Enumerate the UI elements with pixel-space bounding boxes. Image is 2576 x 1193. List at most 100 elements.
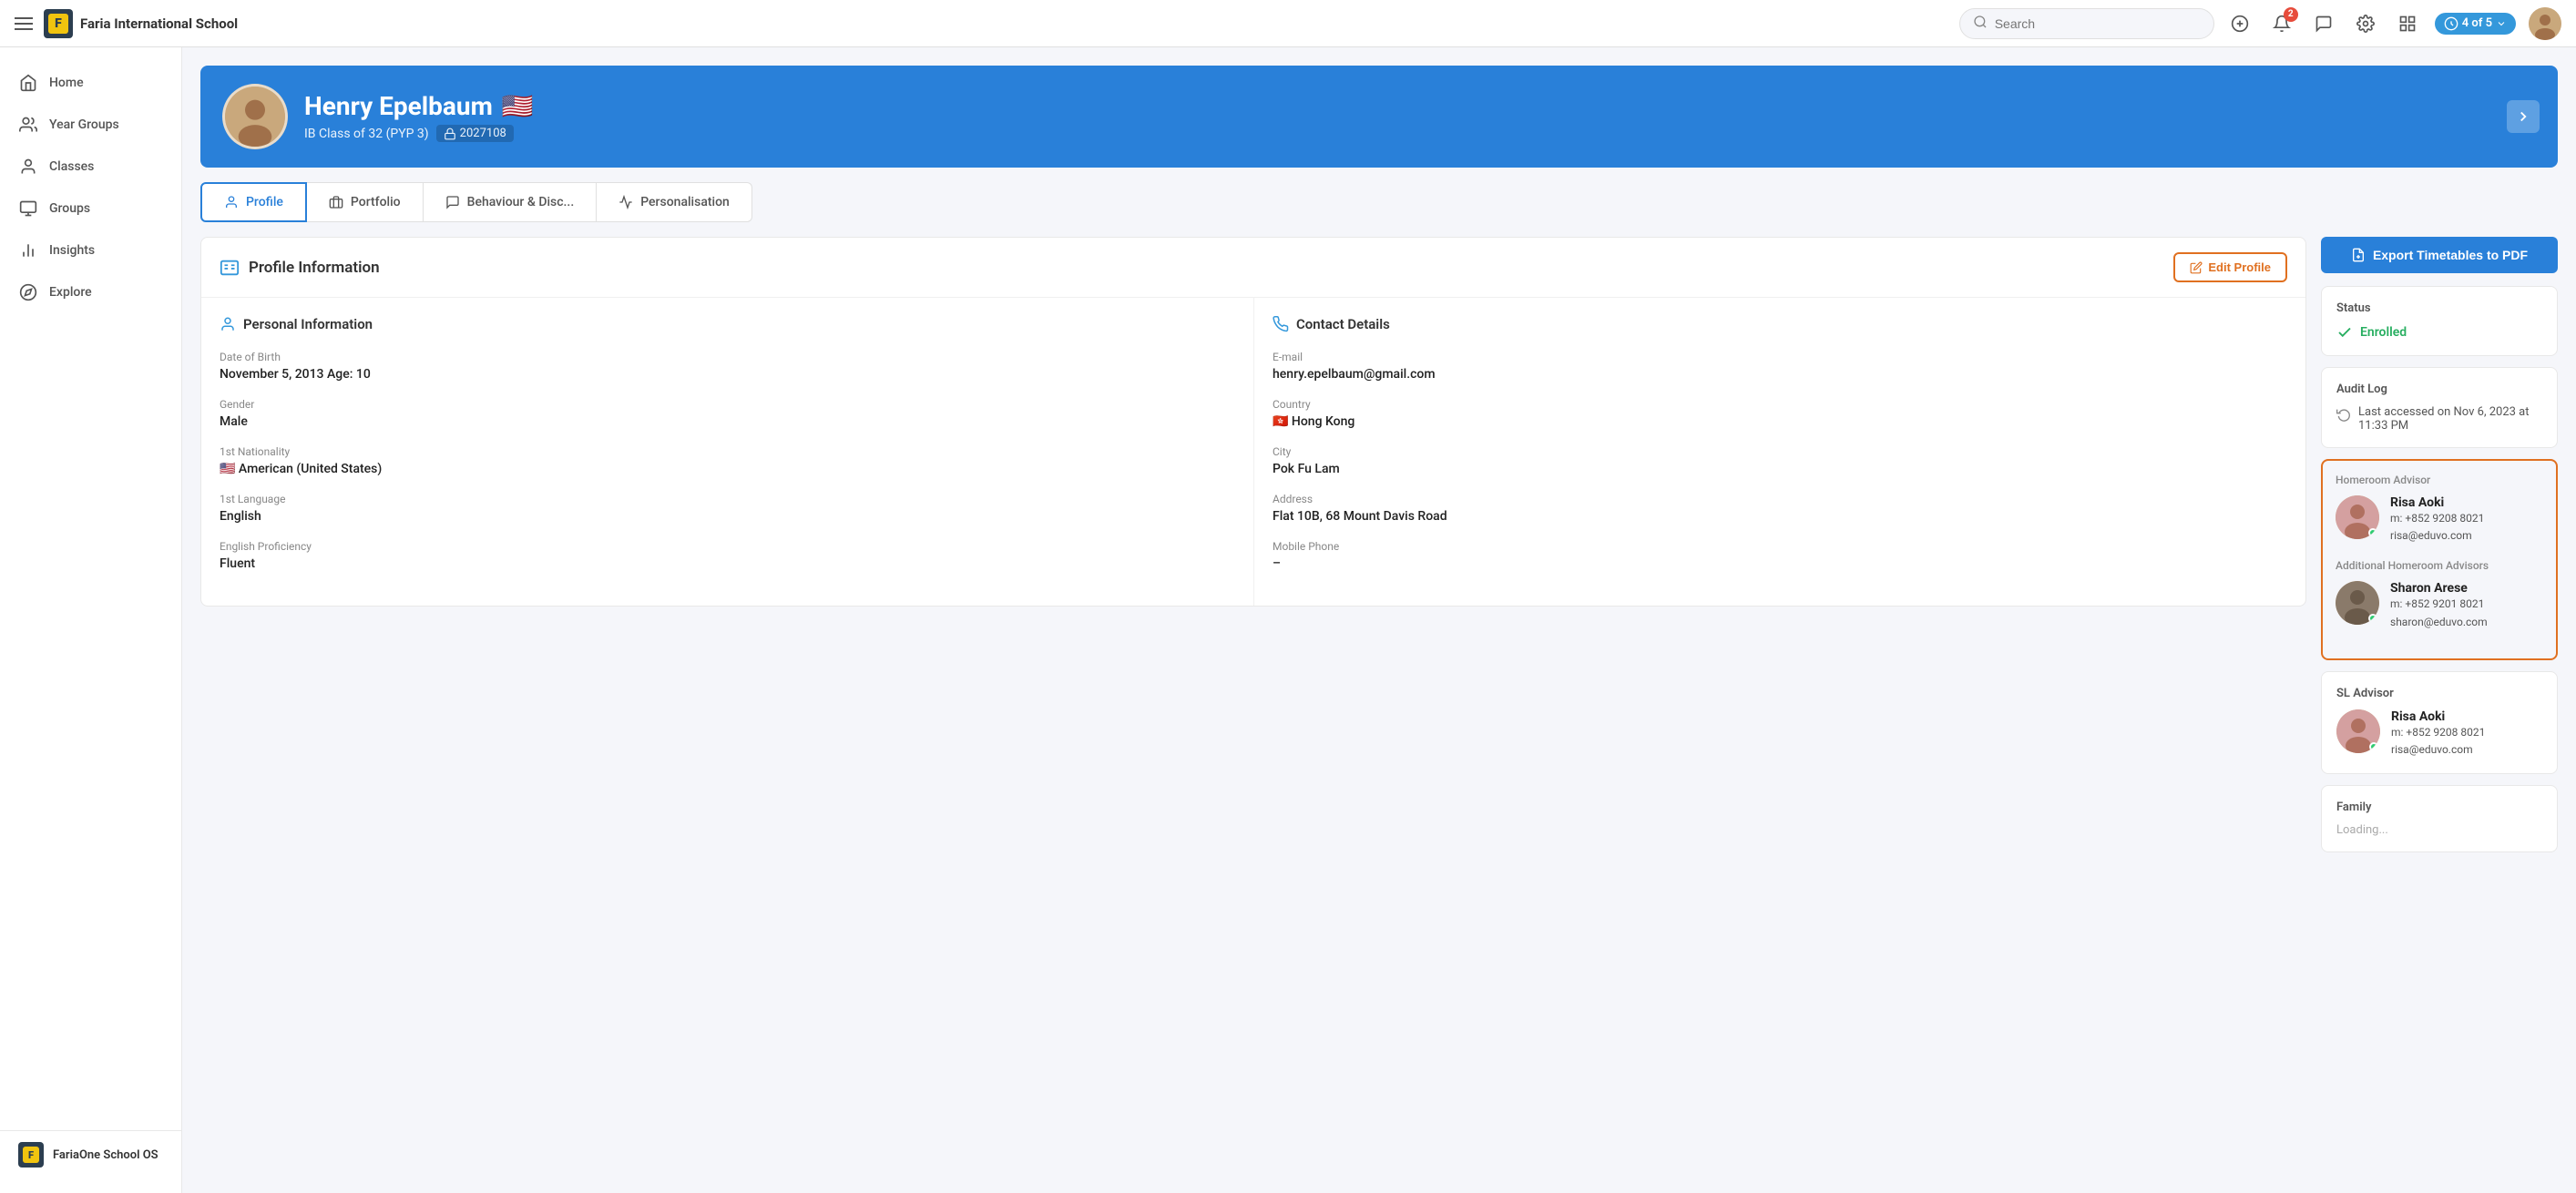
sidebar-item-explore[interactable]: Explore [0, 271, 181, 313]
student-info: Henry Epelbaum 🇺🇸 IB Class of 32 (PYP 3)… [304, 91, 534, 142]
messages-button[interactable] [2309, 9, 2338, 38]
value-nationality: 🇺🇸 American (United States) [220, 462, 1235, 476]
homeroom-advisor-section: Homeroom Advisor R [2336, 474, 2543, 545]
search-icon [1973, 15, 1988, 33]
notification-badge: 2 [2284, 7, 2298, 22]
sidebar-item-groups[interactable]: Groups [0, 188, 181, 229]
status-title: Status [2336, 301, 2542, 315]
sl-online-dot [2369, 742, 2378, 751]
contact-info-title: Contact Details [1273, 316, 2287, 332]
family-card: Family Loading... [2321, 785, 2558, 852]
search-input[interactable] [1995, 16, 2177, 31]
sl-advisor-email: risa@eduvo.com [2391, 741, 2485, 759]
top-navigation: F Faria International School 2 4 of 5 [0, 0, 2576, 47]
tab-personalisation[interactable]: Personalisation [597, 182, 752, 222]
field-proficiency: English Proficiency Fluent [220, 540, 1235, 571]
sidebar-bottom-label: FariaOne School OS [53, 1148, 158, 1162]
explore-icon [18, 282, 38, 302]
field-dob: Date of Birth November 5, 2013 Age: 10 [220, 351, 1235, 382]
year-groups-icon [18, 115, 38, 135]
tab-portfolio[interactable]: Portfolio [307, 182, 424, 222]
app-name: Faria International School [80, 15, 238, 32]
sidebar-item-home[interactable]: Home [0, 62, 181, 104]
additional-advisor-avatar [2336, 581, 2379, 625]
edit-profile-button[interactable]: Edit Profile [2173, 252, 2287, 282]
homeroom-advisor-label: Homeroom Advisor [2336, 474, 2543, 486]
homeroom-online-dot [2368, 528, 2377, 537]
additional-homeroom-section: Additional Homeroom Advisors [2336, 559, 2543, 630]
sidebar-label-groups: Groups [49, 201, 90, 216]
sidebar-label-home: Home [49, 76, 84, 90]
status-value: Enrolled [2336, 324, 2542, 341]
label-country: Country [1273, 398, 2287, 411]
audit-log-text: Last accessed on Nov 6, 2023 at 11:33 PM [2358, 405, 2542, 433]
settings-button[interactable] [2351, 9, 2380, 38]
profile-info-card: Profile Information Edit Profile Per [200, 237, 2306, 607]
additional-online-dot [2368, 614, 2377, 623]
contact-info-section: Contact Details E-mail henry.epelbaum@gm… [1253, 298, 2305, 606]
label-email: E-mail [1273, 351, 2287, 363]
additional-advisor-name: Sharon Arese [2390, 581, 2488, 596]
topnav-icons: 2 4 of 5 [2225, 7, 2561, 40]
audit-log-title: Audit Log [2336, 382, 2542, 396]
card-title: Profile Information [220, 258, 380, 278]
tab-portfolio-label: Portfolio [351, 195, 401, 209]
additional-advisor-info: Sharon Arese m: +852 9201 8021 sharon@ed… [2390, 581, 2488, 630]
hamburger-menu[interactable] [15, 17, 33, 30]
app-logo[interactable]: F Faria International School [44, 9, 238, 38]
user-avatar[interactable] [2529, 7, 2561, 40]
license-badge[interactable]: 4 of 5 [2435, 13, 2516, 35]
sidebar-label-year-groups: Year Groups [49, 117, 119, 132]
export-timetables-button[interactable]: Export Timetables to PDF [2321, 237, 2558, 273]
additional-advisor-phone: m: +852 9201 8021 [2390, 596, 2488, 613]
sl-advisor-details: Risa Aoki m: +852 9208 8021 risa@eduvo.c… [2391, 709, 2485, 759]
homeroom-advisor-phone: m: +852 9208 8021 [2390, 510, 2484, 527]
tab-profile[interactable]: Profile [200, 182, 307, 222]
student-id-badge: 2027108 [436, 125, 514, 142]
tab-behaviour[interactable]: Behaviour & Disc... [424, 182, 598, 222]
student-sub-info: IB Class of 32 (PYP 3) 2027108 [304, 125, 534, 142]
groups-icon [18, 199, 38, 219]
personal-info-title: Personal Information [220, 316, 1235, 332]
search-bar[interactable] [1959, 8, 2214, 39]
license-label: 4 of 5 [2462, 16, 2492, 30]
sidebar-item-classes[interactable]: Classes [0, 146, 181, 188]
homeroom-advisor-email: risa@eduvo.com [2390, 527, 2484, 545]
value-mobile: – [1273, 556, 2287, 571]
label-mobile: Mobile Phone [1273, 540, 2287, 553]
next-student-button[interactable] [2507, 100, 2540, 133]
tab-personalisation-label: Personalisation [640, 195, 730, 209]
value-city: Pok Fu Lam [1273, 462, 2287, 476]
sidebar: Home Year Groups Classes Groups Insights [0, 47, 182, 1193]
student-flag: 🇺🇸 [502, 91, 534, 121]
label-city: City [1273, 445, 2287, 458]
field-nationality: 1st Nationality 🇺🇸 American (United Stat… [220, 445, 1235, 476]
sidebar-item-insights[interactable]: Insights [0, 229, 181, 271]
label-address: Address [1273, 493, 2287, 505]
sidebar-label-explore: Explore [49, 285, 92, 300]
tab-behaviour-label: Behaviour & Disc... [467, 195, 575, 209]
content-row: Profile Information Edit Profile Per [200, 237, 2558, 863]
main-content: Henry Epelbaum 🇺🇸 IB Class of 32 (PYP 3)… [182, 47, 2576, 1193]
value-address: Flat 10B, 68 Mount Davis Road [1273, 509, 2287, 524]
family-placeholder: Loading... [2336, 823, 2542, 837]
student-avatar [222, 84, 288, 149]
add-button[interactable] [2225, 9, 2254, 38]
faria-logo-small: F [18, 1142, 44, 1168]
notification-bell[interactable]: 2 [2267, 9, 2296, 38]
student-name: Henry Epelbaum 🇺🇸 [304, 91, 534, 121]
classes-icon [18, 157, 38, 177]
homeroom-advisor-card: Risa Aoki m: +852 9208 8021 risa@eduvo.c… [2336, 495, 2543, 545]
apps-grid-button[interactable] [2393, 9, 2422, 38]
status-card: Status Enrolled [2321, 286, 2558, 356]
tab-profile-label: Profile [246, 195, 283, 209]
field-country: Country 🇭🇰 Hong Kong [1273, 398, 2287, 429]
sidebar-bottom[interactable]: F FariaOne School OS [0, 1130, 181, 1178]
audit-log-content: Last accessed on Nov 6, 2023 at 11:33 PM [2336, 405, 2542, 433]
field-email: E-mail henry.epelbaum@gmail.com [1273, 351, 2287, 382]
info-grid: Personal Information Date of Birth Novem… [201, 298, 2305, 606]
homeroom-advisor-name: Risa Aoki [2390, 495, 2484, 510]
sl-advisor-card: SL Advisor Risa Aoki m: +8 [2321, 671, 2558, 774]
value-gender: Male [220, 414, 1235, 429]
sidebar-item-year-groups[interactable]: Year Groups [0, 104, 181, 146]
